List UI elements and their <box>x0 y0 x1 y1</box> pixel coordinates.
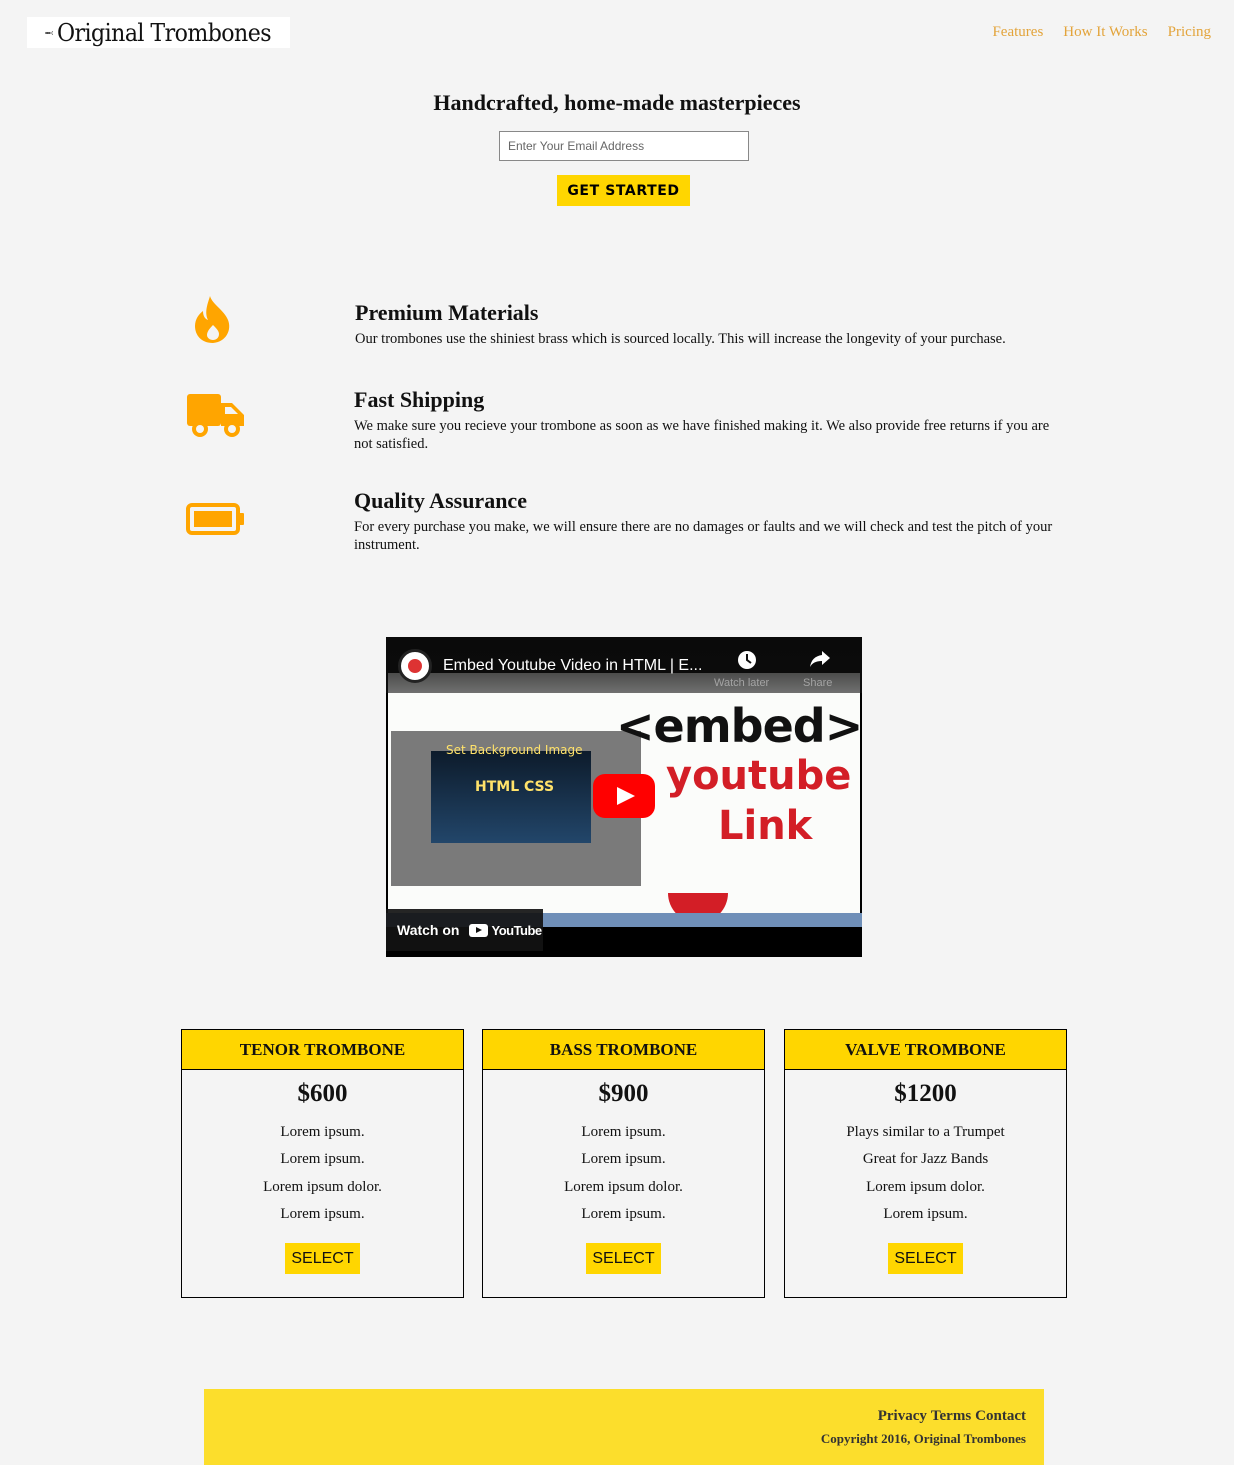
footer-link-privacy[interactable]: Privacy <box>878 1408 927 1425</box>
pricing-feature: Great for Jazz Bands <box>862 1151 989 1168</box>
pricing-feature: Lorem ipsum. <box>581 1124 666 1140</box>
youtube-wordmark: YouTube <box>491 922 542 938</box>
pricing-feature: Lorem ipsum dolor. <box>866 1178 985 1195</box>
watch-later-label[interactable]: Watch later <box>714 677 769 689</box>
nav-features[interactable]: Features <box>992 24 1043 41</box>
pricing-card-tenor: TENOR TROMBONE $600 Lorem ipsum. Lorem i… <box>181 1029 464 1298</box>
feature-desc-premium-materials: Our trombones use the shiniest brass whi… <box>355 331 1006 347</box>
feature-title-quality-assurance: Quality Assurance <box>354 488 527 513</box>
copyright-text: Copyright 2016, Original Trombones <box>820 1431 1026 1446</box>
trombone-icon <box>45 30 54 35</box>
feature-desc-quality-assurance: For every purchase you make, we will ens… <box>354 519 1053 553</box>
thumbnail-youtube-text: youtube <box>666 753 852 799</box>
feature-desc-fast-shipping: We make sure you recieve your trombone a… <box>354 418 1050 452</box>
pricing-card-title: TENOR TROMBONE <box>182 1030 463 1070</box>
footer-links: Privacy Terms Contact <box>878 1408 1026 1425</box>
pricing-card-price: $1200 <box>894 1080 957 1107</box>
truck-icon <box>187 394 244 437</box>
watch-on-label: Watch on <box>397 922 460 938</box>
brand-name: Original Trombones <box>57 18 272 47</box>
clock-icon[interactable] <box>737 650 757 670</box>
play-button[interactable] <box>593 774 655 818</box>
pricing-card-valve: VALVE TROMBONE $1200 Plays similar to a … <box>784 1029 1067 1298</box>
pricing-card-price: $900 <box>598 1080 649 1107</box>
thumbnail-embed-text: <embed> <box>616 699 862 753</box>
youtube-logo: YouTube <box>469 922 542 938</box>
footer-link-terms[interactable]: Terms <box>931 1408 971 1425</box>
pricing-feature: Lorem ipsum. <box>280 1124 365 1140</box>
pricing-feature: Lorem ipsum dolor. <box>263 1178 382 1195</box>
thumbnail-inner-panel <box>431 751 591 843</box>
footer-link-contact[interactable]: Contact <box>975 1408 1026 1425</box>
email-input[interactable] <box>499 131 749 161</box>
pricing-feature: Lorem ipsum dolor. <box>564 1178 683 1195</box>
thumbnail-inner-subcaption: HTML CSS <box>475 779 555 795</box>
pricing-card-price: $600 <box>297 1080 348 1107</box>
share-icon[interactable] <box>809 650 831 668</box>
channel-avatar[interactable] <box>398 649 432 683</box>
get-started-button[interactable]: GET STARTED <box>557 175 690 206</box>
thumbnail-link-text: Link <box>718 803 813 849</box>
pricing-card-bass: BASS TROMBONE $900 Lorem ipsum. Lorem ip… <box>482 1029 765 1298</box>
pricing-feature: Lorem ipsum. <box>280 1205 365 1222</box>
pricing-card-title: BASS TROMBONE <box>483 1030 764 1070</box>
select-bass-button[interactable]: SELECT <box>586 1243 661 1275</box>
nav-pricing[interactable]: Pricing <box>1168 24 1211 41</box>
nav-how-it-works[interactable]: How It Works <box>1063 24 1147 41</box>
share-label[interactable]: Share <box>803 677 832 689</box>
main-nav: Features How It Works Pricing <box>992 24 1211 41</box>
pricing-feature: Lorem ipsum. <box>581 1151 666 1168</box>
youtube-video-embed[interactable]: Set Background Image HTML CSS <embed> yo… <box>386 637 862 957</box>
pricing-feature: Lorem ipsum. <box>581 1205 666 1222</box>
select-valve-button[interactable]: SELECT <box>888 1243 963 1275</box>
select-tenor-button[interactable]: SELECT <box>285 1243 360 1275</box>
pricing-card-title: VALVE TROMBONE <box>785 1030 1066 1070</box>
youtube-play-icon <box>469 923 489 937</box>
footer: Privacy Terms Contact Copyright 2016, Or… <box>204 1389 1044 1465</box>
fire-icon <box>195 296 230 343</box>
feature-title-fast-shipping: Fast Shipping <box>354 387 485 412</box>
pricing-feature: Lorem ipsum. <box>280 1151 365 1168</box>
pricing-feature: Lorem ipsum. <box>883 1205 968 1222</box>
watch-on-youtube-button[interactable]: Watch on YouTube <box>386 909 543 951</box>
pricing-feature: Plays similar to a Trumpet <box>846 1124 1005 1140</box>
feature-title-premium-materials: Premium Materials <box>355 300 539 325</box>
brand-logo[interactable]: Original Trombones <box>27 17 290 48</box>
video-title[interactable]: Embed Youtube Video in HTML | E... <box>443 657 702 675</box>
hero-title: Handcrafted, home-made masterpieces <box>433 90 801 115</box>
battery-icon <box>186 503 244 535</box>
thumbnail-inner-caption: Set Background Image <box>446 743 583 757</box>
